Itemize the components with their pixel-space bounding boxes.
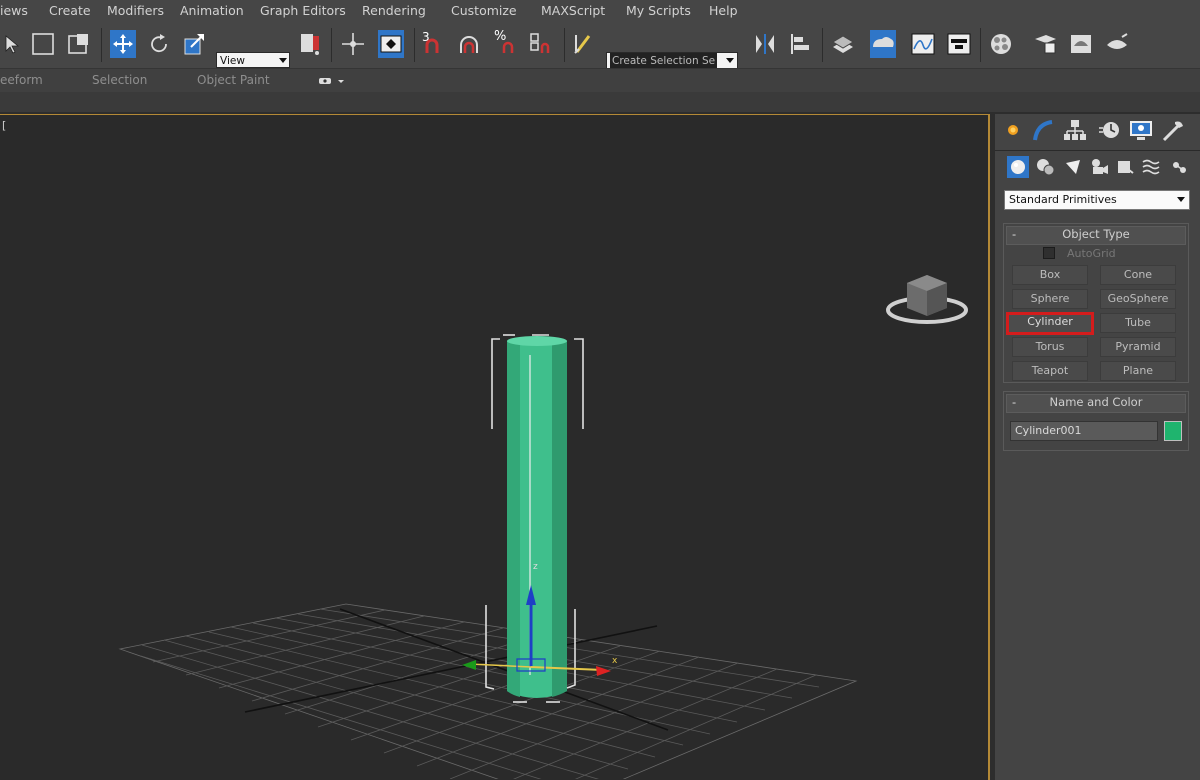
torus-button[interactable]: Torus xyxy=(1012,337,1088,357)
select-rotate-icon[interactable] xyxy=(146,30,172,58)
curve-editor-icon[interactable] xyxy=(910,30,936,58)
select-pointer-icon[interactable] xyxy=(0,30,26,58)
object-type-title: Object Type xyxy=(1062,227,1130,241)
reference-coordinate-dropdown[interactable]: View xyxy=(216,52,290,68)
menu-create[interactable]: Create xyxy=(49,3,91,18)
ribbon-panel-strip xyxy=(0,92,1200,112)
helpers-category-icon[interactable] xyxy=(1114,156,1136,178)
object-color-swatch[interactable] xyxy=(1164,421,1182,441)
mirror-icon[interactable] xyxy=(752,30,778,58)
snaps-label: 3 xyxy=(422,30,430,44)
cylinder-object xyxy=(507,336,567,698)
separator xyxy=(980,28,981,62)
menu-maxscript[interactable]: MAXScript xyxy=(541,3,605,18)
select-scale-icon[interactable] xyxy=(182,30,208,58)
sphere-button[interactable]: Sphere xyxy=(1012,289,1088,309)
menu-modifiers[interactable]: Modifiers xyxy=(107,3,164,18)
create-tab-icon[interactable] xyxy=(1000,117,1026,143)
gizmo-z-label: z xyxy=(533,562,538,572)
percent-snap-icon[interactable]: % xyxy=(492,29,518,58)
select-region-icon[interactable] xyxy=(30,30,56,58)
motion-tab-icon[interactable] xyxy=(1096,117,1122,143)
separator xyxy=(414,28,415,62)
pyramid-button[interactable]: Pyramid xyxy=(1100,337,1176,357)
ribbon-tab-object-paint[interactable]: Object Paint xyxy=(197,73,270,87)
cameras-category-icon[interactable] xyxy=(1088,156,1110,178)
menu-animation[interactable]: Animation xyxy=(180,3,244,18)
edit-named-selection-icon[interactable] xyxy=(572,30,598,58)
pivot-center-icon[interactable] xyxy=(298,30,324,58)
cone-button[interactable]: Cone xyxy=(1100,265,1176,285)
schematic-view-icon[interactable] xyxy=(946,30,972,58)
primitive-type-dropdown[interactable]: Standard Primitives xyxy=(1004,190,1190,210)
modify-tab-icon[interactable] xyxy=(1030,117,1056,143)
name-and-color-rollout-header[interactable]: - Name and Color xyxy=(1006,394,1186,413)
angle-snap-icon[interactable] xyxy=(456,30,482,58)
separator xyxy=(331,28,332,62)
geometry-category-icon[interactable] xyxy=(1007,156,1029,178)
separator xyxy=(822,28,823,62)
space-warps-category-icon[interactable] xyxy=(1140,156,1162,178)
menu-my-scripts[interactable]: My Scripts xyxy=(626,3,691,18)
ribbon-options-icon[interactable] xyxy=(318,75,346,90)
keyboard-shortcut-override-icon[interactable] xyxy=(378,30,404,58)
separator xyxy=(101,28,102,62)
tube-button[interactable]: Tube xyxy=(1100,313,1176,333)
snaps-toggle-icon[interactable]: 3 xyxy=(418,30,444,58)
layer-explorer-icon[interactable] xyxy=(830,30,856,58)
systems-category-icon[interactable] xyxy=(1168,156,1190,178)
main-toolbar: View 3 % Create Selection Se xyxy=(0,22,1200,70)
align-icon[interactable] xyxy=(788,30,814,58)
cylinder-button[interactable]: Cylinder xyxy=(1006,312,1094,335)
teapot-button[interactable]: Teapot xyxy=(1012,361,1088,381)
rendered-frame-window-icon[interactable] xyxy=(1068,30,1094,58)
collapse-icon: - xyxy=(1012,227,1017,241)
perspective-viewport[interactable]: [z x xyxy=(0,114,990,780)
primitive-type-value: Standard Primitives xyxy=(1009,193,1117,206)
divider xyxy=(995,150,1200,151)
ribbon-tab-freeform[interactable]: eeform xyxy=(0,73,43,87)
lights-category-icon[interactable] xyxy=(1062,156,1084,178)
menu-views[interactable]: iews xyxy=(0,3,28,18)
hierarchy-tab-icon[interactable] xyxy=(1062,117,1088,143)
render-setup-icon[interactable] xyxy=(1032,30,1058,58)
viewport-canvas: z x xyxy=(118,275,968,779)
menu-rendering[interactable]: Rendering xyxy=(362,3,426,18)
gizmo-x-label: x xyxy=(612,656,618,666)
collapse-icon: - xyxy=(1012,395,1017,409)
geosphere-button[interactable]: GeoSphere xyxy=(1100,289,1176,309)
named-selection-set-value: Create Selection Se xyxy=(610,53,718,69)
menu-graph-editors[interactable]: Graph Editors xyxy=(260,3,346,18)
menu-customize[interactable]: Customize xyxy=(451,3,517,18)
object-type-rollout-header[interactable]: - Object Type xyxy=(1006,226,1186,245)
chevron-down-icon xyxy=(279,58,287,63)
separator xyxy=(564,28,565,62)
display-tab-icon[interactable] xyxy=(1128,117,1154,143)
name-and-color-title: Name and Color xyxy=(1049,395,1143,409)
chevron-down-icon xyxy=(726,58,734,63)
home-grid xyxy=(118,603,858,779)
box-button[interactable]: Box xyxy=(1012,265,1088,285)
reference-coordinate-value: View xyxy=(220,55,245,67)
render-production-icon[interactable] xyxy=(1104,30,1130,58)
chevron-down-icon xyxy=(1177,197,1185,202)
spinner-snap-icon[interactable] xyxy=(528,30,554,58)
window-crossing-icon[interactable] xyxy=(66,30,92,58)
autogrid-checkbox[interactable] xyxy=(1043,247,1055,259)
ribbon-tab-selection[interactable]: Selection xyxy=(92,73,147,87)
material-editor-icon[interactable] xyxy=(988,30,1014,58)
autogrid-label: AutoGrid xyxy=(1067,247,1116,260)
viewcube-icon[interactable] xyxy=(886,275,968,324)
object-name-field[interactable]: Cylinder001 xyxy=(1010,421,1158,441)
manipulate-icon[interactable] xyxy=(340,30,366,58)
shapes-category-icon[interactable] xyxy=(1034,156,1056,178)
toggle-ribbon-icon[interactable] xyxy=(870,30,896,58)
menu-help[interactable]: Help xyxy=(709,3,738,18)
utilities-tab-icon[interactable] xyxy=(1160,117,1186,143)
ribbon-bar: eeform Selection Object Paint xyxy=(0,68,1200,93)
menu-bar: iews Create Modifiers Animation Graph Ed… xyxy=(0,0,1200,22)
select-move-icon[interactable] xyxy=(110,30,136,58)
percent-snap-label: % xyxy=(494,29,507,44)
plane-button[interactable]: Plane xyxy=(1100,361,1176,381)
